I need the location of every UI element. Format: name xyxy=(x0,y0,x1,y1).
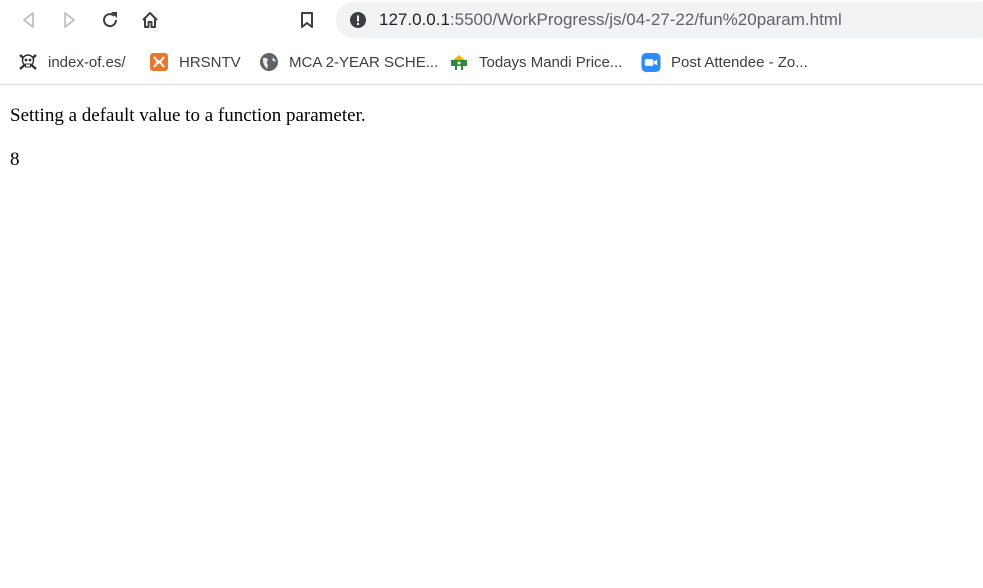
page-heading-text: Setting a default value to a function pa… xyxy=(10,105,366,126)
bookmark-label: Post Attendee - Zo... xyxy=(671,53,808,71)
bookmark-label: Todays Mandi Price... xyxy=(479,53,623,71)
bookmark-index-of[interactable]: index-of.es/ xyxy=(18,51,126,73)
forward-icon xyxy=(64,12,75,28)
reload-button[interactable] xyxy=(95,5,125,35)
bookmark-hrsntv[interactable]: HRSNTV xyxy=(149,51,241,73)
hrsntv-logo-icon xyxy=(149,52,169,72)
skull-icon xyxy=(18,52,38,72)
globe-icon xyxy=(259,52,279,72)
bookmark-label: HRSNTV xyxy=(179,53,241,71)
home-button[interactable] xyxy=(135,5,165,35)
mandi-logo-icon xyxy=(449,52,469,72)
bookmarks-bar: index-of.es/ HRSNTV MCA 2-YEAR SCHE... T… xyxy=(0,40,983,85)
back-button[interactable] xyxy=(14,5,44,35)
bookmark-icon xyxy=(301,12,313,28)
bookmark-mandi-price[interactable]: Todays Mandi Price... xyxy=(449,51,622,73)
bookmark-label: index-of.es/ xyxy=(48,53,126,71)
home-icon xyxy=(142,12,158,28)
output-value: 8 xyxy=(10,149,20,170)
zoom-icon xyxy=(641,52,661,72)
url-host: 127.0.0.1 xyxy=(379,10,450,29)
bookmark-star-button[interactable] xyxy=(292,5,322,35)
page-content: Setting a default value to a function pa… xyxy=(10,105,366,171)
url-path: :5500/WorkProgress/js/04-27-22/fun%20par… xyxy=(449,10,842,29)
url-text[interactable]: 127.0.0.1:5500/WorkProgress/js/04-27-22/… xyxy=(379,10,842,30)
bookmark-zoom-attendee[interactable]: Post Attendee - Zo... xyxy=(641,51,808,73)
reload-icon xyxy=(103,12,118,28)
forward-button[interactable] xyxy=(54,5,84,35)
bookmark-mca-schedule[interactable]: MCA 2-YEAR SCHE... xyxy=(259,51,438,73)
browser-toolbar: 127.0.0.1:5500/WorkProgress/js/04-27-22/… xyxy=(0,0,983,40)
bookmark-label: MCA 2-YEAR SCHE... xyxy=(289,53,439,71)
back-icon xyxy=(23,12,34,28)
address-bar[interactable]: 127.0.0.1:5500/WorkProgress/js/04-27-22/… xyxy=(336,2,983,38)
info-icon[interactable] xyxy=(350,12,366,28)
